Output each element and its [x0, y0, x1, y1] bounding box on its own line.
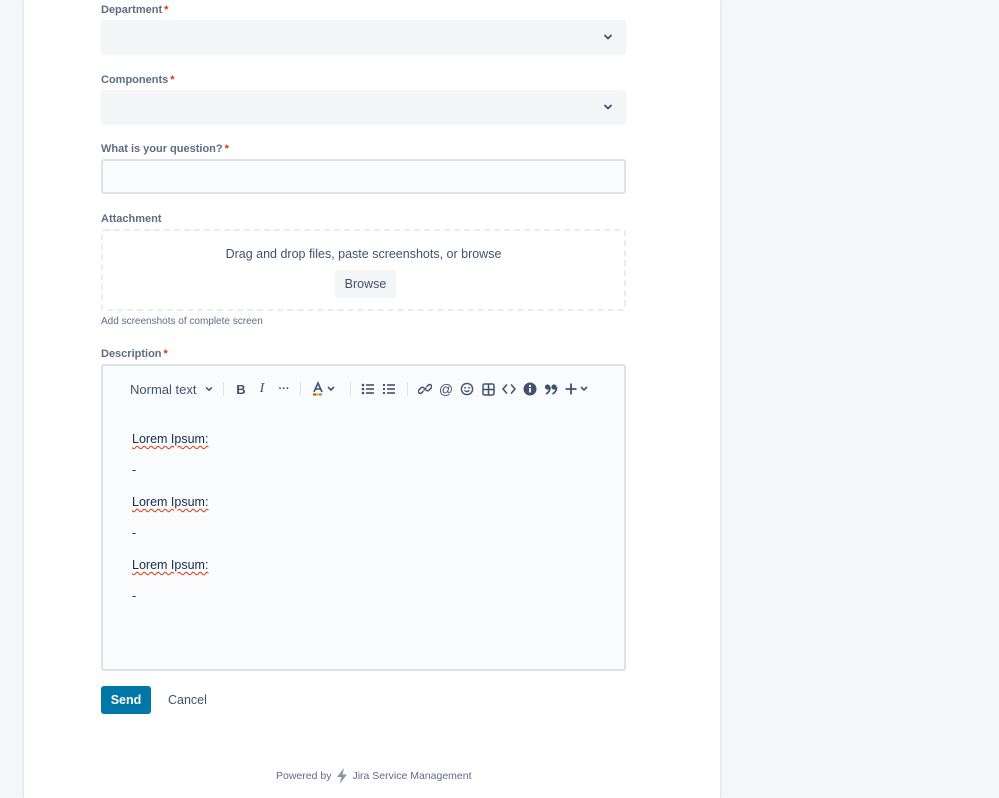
department-select[interactable]	[101, 20, 626, 55]
editor-line: Lorem Ipsum:	[132, 432, 209, 446]
text-color-icon[interactable]	[310, 378, 338, 400]
editor-line: Lorem Ipsum:	[132, 558, 209, 572]
attachment-helper-text: Add screenshots of complete screen	[101, 316, 263, 327]
department-label: Department *	[101, 4, 169, 16]
text-style-label: Normal text	[130, 381, 197, 397]
product-link[interactable]: Jira Service Management	[352, 770, 471, 782]
description-editor[interactable]: Normal text B I ··· @ Lorem Ipsum: - Lor…	[101, 364, 626, 671]
dropzone-text: Drag and drop files, paste screenshots, …	[225, 247, 502, 261]
question-input[interactable]	[101, 159, 626, 194]
description-label: Description *	[101, 348, 168, 360]
send-button[interactable]: Send	[101, 686, 151, 714]
attachment-dropzone[interactable]: Drag and drop files, paste screenshots, …	[101, 229, 626, 311]
editor-line: -	[132, 463, 137, 477]
info-icon[interactable]	[522, 378, 538, 400]
editor-line: -	[132, 526, 137, 540]
components-label: Components *	[101, 74, 175, 86]
table-icon[interactable]	[480, 378, 496, 400]
question-label: What is your question? *	[101, 143, 229, 155]
powered-by-footer: Powered by Jira Service Management	[276, 768, 472, 784]
emoji-icon[interactable]	[459, 378, 475, 400]
bold-icon[interactable]: B	[233, 378, 249, 400]
italic-icon[interactable]: I	[254, 378, 270, 400]
quote-icon[interactable]	[543, 378, 559, 400]
editor-line: Lorem Ipsum:	[132, 495, 209, 509]
link-icon[interactable]	[417, 378, 433, 400]
editor-toolbar: Normal text B I ··· @	[103, 378, 624, 400]
code-icon[interactable]	[501, 378, 517, 400]
insert-icon[interactable]	[564, 378, 592, 400]
cancel-button[interactable]: Cancel	[160, 686, 215, 714]
text-style-dropdown[interactable]: Normal text	[130, 378, 216, 400]
bullet-list-icon[interactable]	[360, 378, 376, 400]
components-select[interactable]	[101, 90, 626, 125]
browse-button[interactable]: Browse	[335, 270, 396, 298]
chevron-down-icon	[604, 104, 612, 110]
numbered-list-icon[interactable]	[381, 378, 397, 400]
more-icon[interactable]: ···	[275, 378, 293, 400]
jira-lightning-icon	[337, 768, 348, 784]
chevron-down-icon	[206, 387, 213, 391]
attachment-label: Attachment	[101, 213, 162, 225]
powered-by-text: Powered by	[276, 770, 332, 782]
editor-line: -	[132, 589, 137, 603]
mention-icon[interactable]: @	[438, 378, 454, 400]
chevron-down-icon	[604, 34, 612, 40]
